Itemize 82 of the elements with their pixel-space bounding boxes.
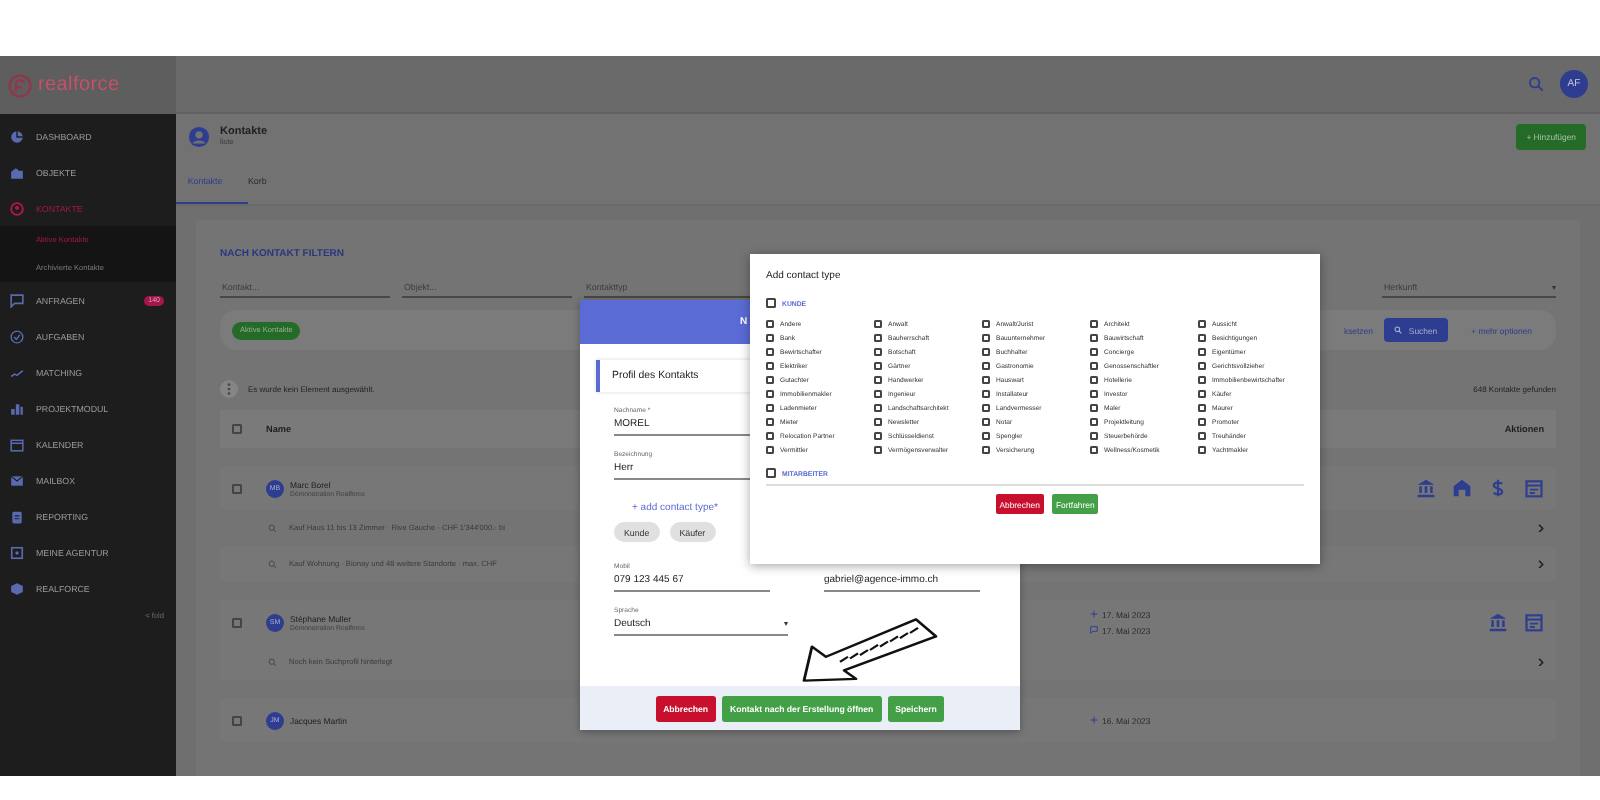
checkbox[interactable] bbox=[982, 376, 990, 384]
checkbox[interactable] bbox=[874, 404, 882, 412]
checkbox[interactable] bbox=[766, 468, 776, 478]
checkbox[interactable] bbox=[982, 320, 990, 328]
checkbox[interactable] bbox=[766, 320, 774, 328]
bar-chart-icon bbox=[10, 401, 24, 415]
checkbox[interactable] bbox=[982, 390, 990, 398]
square-icon bbox=[10, 545, 24, 559]
row-checkbox[interactable] bbox=[232, 483, 242, 493]
checkbox[interactable] bbox=[874, 362, 882, 370]
plus-icon bbox=[1090, 716, 1098, 724]
checkbox[interactable] bbox=[1198, 362, 1206, 370]
buildings-icon bbox=[10, 165, 24, 179]
chat-icon bbox=[1090, 626, 1098, 634]
checkbox[interactable] bbox=[766, 418, 774, 426]
checkbox[interactable] bbox=[982, 348, 990, 356]
checkbox[interactable] bbox=[1090, 418, 1098, 426]
chevron-right-icon[interactable] bbox=[1535, 559, 1544, 569]
checkbox[interactable] bbox=[1198, 418, 1206, 426]
search-icon bbox=[268, 559, 277, 569]
checkbox[interactable] bbox=[982, 432, 990, 440]
checkbox[interactable] bbox=[1198, 348, 1206, 356]
search-icon bbox=[268, 657, 277, 667]
checkbox[interactable] bbox=[766, 298, 776, 308]
person-icon bbox=[188, 125, 210, 147]
pie-chart-icon bbox=[10, 129, 24, 143]
cube-icon bbox=[10, 581, 24, 595]
person-icon bbox=[10, 201, 24, 215]
checkbox[interactable] bbox=[874, 334, 882, 342]
checkbox[interactable] bbox=[982, 362, 990, 370]
checkbox[interactable] bbox=[1090, 404, 1098, 412]
envelope-icon bbox=[10, 473, 24, 487]
checkbox[interactable] bbox=[766, 334, 774, 342]
logo-icon bbox=[8, 73, 32, 97]
checkbox[interactable] bbox=[1090, 348, 1098, 356]
checkbox[interactable] bbox=[766, 432, 774, 440]
checkbox[interactable] bbox=[982, 418, 990, 426]
checkbox[interactable] bbox=[982, 446, 990, 454]
more-menu-button[interactable] bbox=[220, 379, 238, 397]
clipboard-icon bbox=[10, 509, 24, 523]
checkbox[interactable] bbox=[982, 334, 990, 342]
checkbox[interactable] bbox=[766, 348, 774, 356]
checkbox[interactable] bbox=[1198, 404, 1206, 412]
checkbox[interactable] bbox=[1198, 446, 1206, 454]
checkbox[interactable] bbox=[766, 446, 774, 454]
search-icon bbox=[268, 523, 277, 533]
checkbox[interactable] bbox=[1090, 320, 1098, 328]
checkbox[interactable] bbox=[1198, 320, 1206, 328]
chevron-right-icon[interactable] bbox=[1535, 657, 1544, 667]
checkbox[interactable] bbox=[874, 432, 882, 440]
chevron-right-icon[interactable] bbox=[1535, 523, 1544, 533]
checkbox[interactable] bbox=[1090, 432, 1098, 440]
checkbox[interactable] bbox=[1090, 446, 1098, 454]
logo-text: realforce bbox=[38, 74, 120, 96]
calendar-icon bbox=[10, 437, 24, 451]
checkbox[interactable] bbox=[874, 446, 882, 454]
checkbox[interactable] bbox=[982, 404, 990, 412]
checkbox[interactable] bbox=[1198, 334, 1206, 342]
checkbox[interactable] bbox=[1090, 362, 1098, 370]
checkbox[interactable] bbox=[766, 376, 774, 384]
checkbox[interactable] bbox=[874, 320, 882, 328]
row-checkbox[interactable] bbox=[232, 715, 242, 725]
row-checkbox[interactable] bbox=[232, 617, 242, 627]
checkbox[interactable] bbox=[1198, 376, 1206, 384]
check-circle-icon bbox=[10, 329, 24, 343]
checkbox[interactable] bbox=[1090, 390, 1098, 398]
trend-icon bbox=[10, 365, 24, 379]
select-all-checkbox[interactable] bbox=[232, 424, 242, 434]
checkbox[interactable] bbox=[766, 404, 774, 412]
checkbox[interactable] bbox=[766, 390, 774, 398]
chat-icon bbox=[10, 293, 24, 307]
checkbox[interactable] bbox=[1090, 376, 1098, 384]
checkbox[interactable] bbox=[874, 418, 882, 426]
checkbox[interactable] bbox=[1198, 432, 1206, 440]
checkbox[interactable] bbox=[1198, 390, 1206, 398]
checkbox[interactable] bbox=[874, 348, 882, 356]
checkbox[interactable] bbox=[874, 390, 882, 398]
checkbox[interactable] bbox=[766, 362, 774, 370]
plus-icon bbox=[1090, 610, 1098, 618]
checkbox[interactable] bbox=[874, 376, 882, 384]
search-icon bbox=[1394, 326, 1403, 334]
checkbox[interactable] bbox=[1090, 334, 1098, 342]
